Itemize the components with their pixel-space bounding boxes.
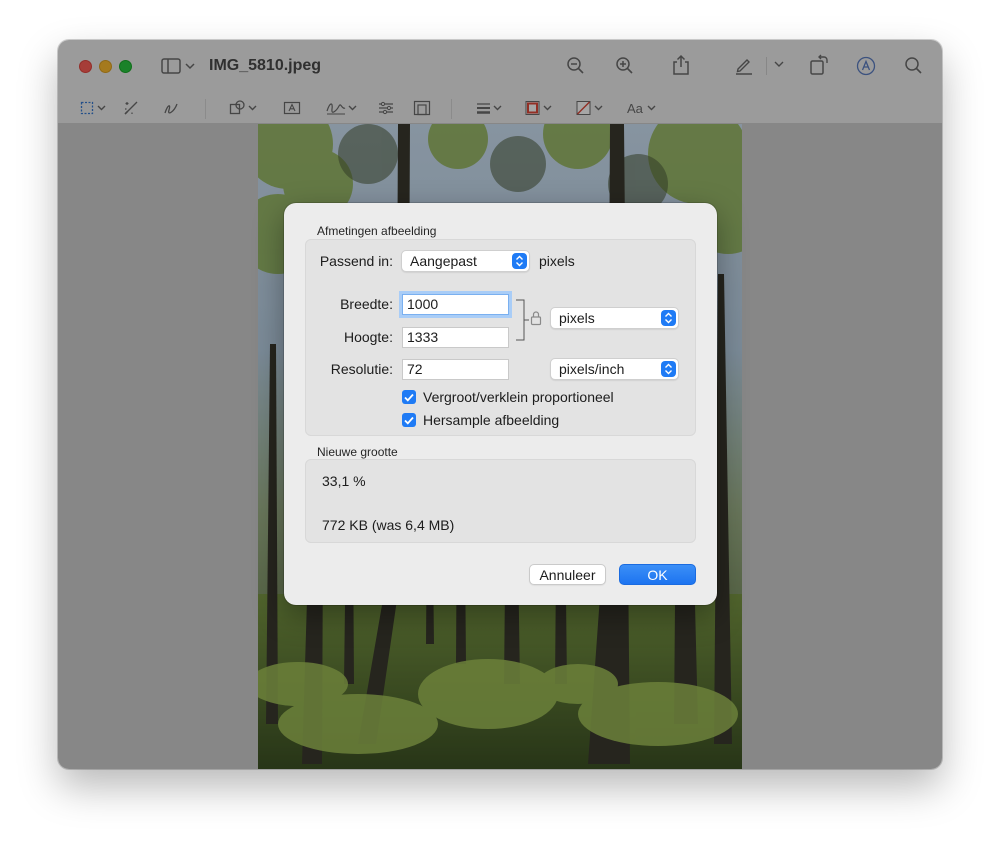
popup-stepper-icon (661, 310, 676, 326)
adjust-size-dialog: Afmetingen afbeelding Passend in: Aangep… (284, 203, 717, 605)
resolution-unit-popup[interactable]: pixels/inch (550, 358, 679, 380)
new-size-bytes: 772 KB (was 6,4 MB) (322, 517, 455, 533)
size-unit-popup[interactable]: pixels (550, 307, 679, 329)
resample-label: Hersample afbeelding (423, 412, 560, 428)
width-label: Breedte: (340, 296, 393, 312)
lock-ratio-button[interactable] (530, 310, 542, 326)
section-new-size-label: Nieuwe grootte (317, 445, 398, 459)
resample-checkbox[interactable] (402, 413, 416, 427)
resolution-field[interactable]: 72 (402, 359, 509, 380)
fit-popup[interactable]: Aangepast (401, 250, 530, 272)
lock-icon (530, 311, 542, 326)
dimensions-box: Passend in: Aangepast pixels Breedte: 10… (305, 239, 696, 436)
resolution-unit-value: pixels/inch (559, 361, 625, 377)
fit-popup-value: Aangepast (410, 253, 477, 269)
ok-button[interactable]: OK (619, 564, 696, 585)
scale-proportional-checkbox[interactable] (402, 390, 416, 404)
cancel-button[interactable]: Annuleer (529, 564, 606, 585)
checkmark-icon (404, 393, 414, 402)
fit-label: Passend in: (319, 253, 393, 269)
fit-unit-label: pixels (539, 253, 575, 269)
section-dimensions-label: Afmetingen afbeelding (317, 224, 437, 238)
popup-stepper-icon (661, 361, 676, 377)
resolution-label: Resolutie: (330, 361, 393, 377)
new-size-percent: 33,1 % (322, 473, 366, 489)
popup-stepper-icon (512, 253, 527, 269)
new-size-box: 33,1 % 772 KB (was 6,4 MB) (305, 459, 696, 543)
height-label: Hoogte: (343, 329, 393, 345)
scale-proportional-label: Vergroot/verklein proportioneel (423, 389, 614, 405)
width-field[interactable]: 1000 (402, 294, 509, 315)
checkmark-icon (404, 416, 414, 425)
link-bracket (516, 299, 529, 341)
height-field[interactable]: 1333 (402, 327, 509, 348)
size-unit-value: pixels (559, 310, 595, 326)
